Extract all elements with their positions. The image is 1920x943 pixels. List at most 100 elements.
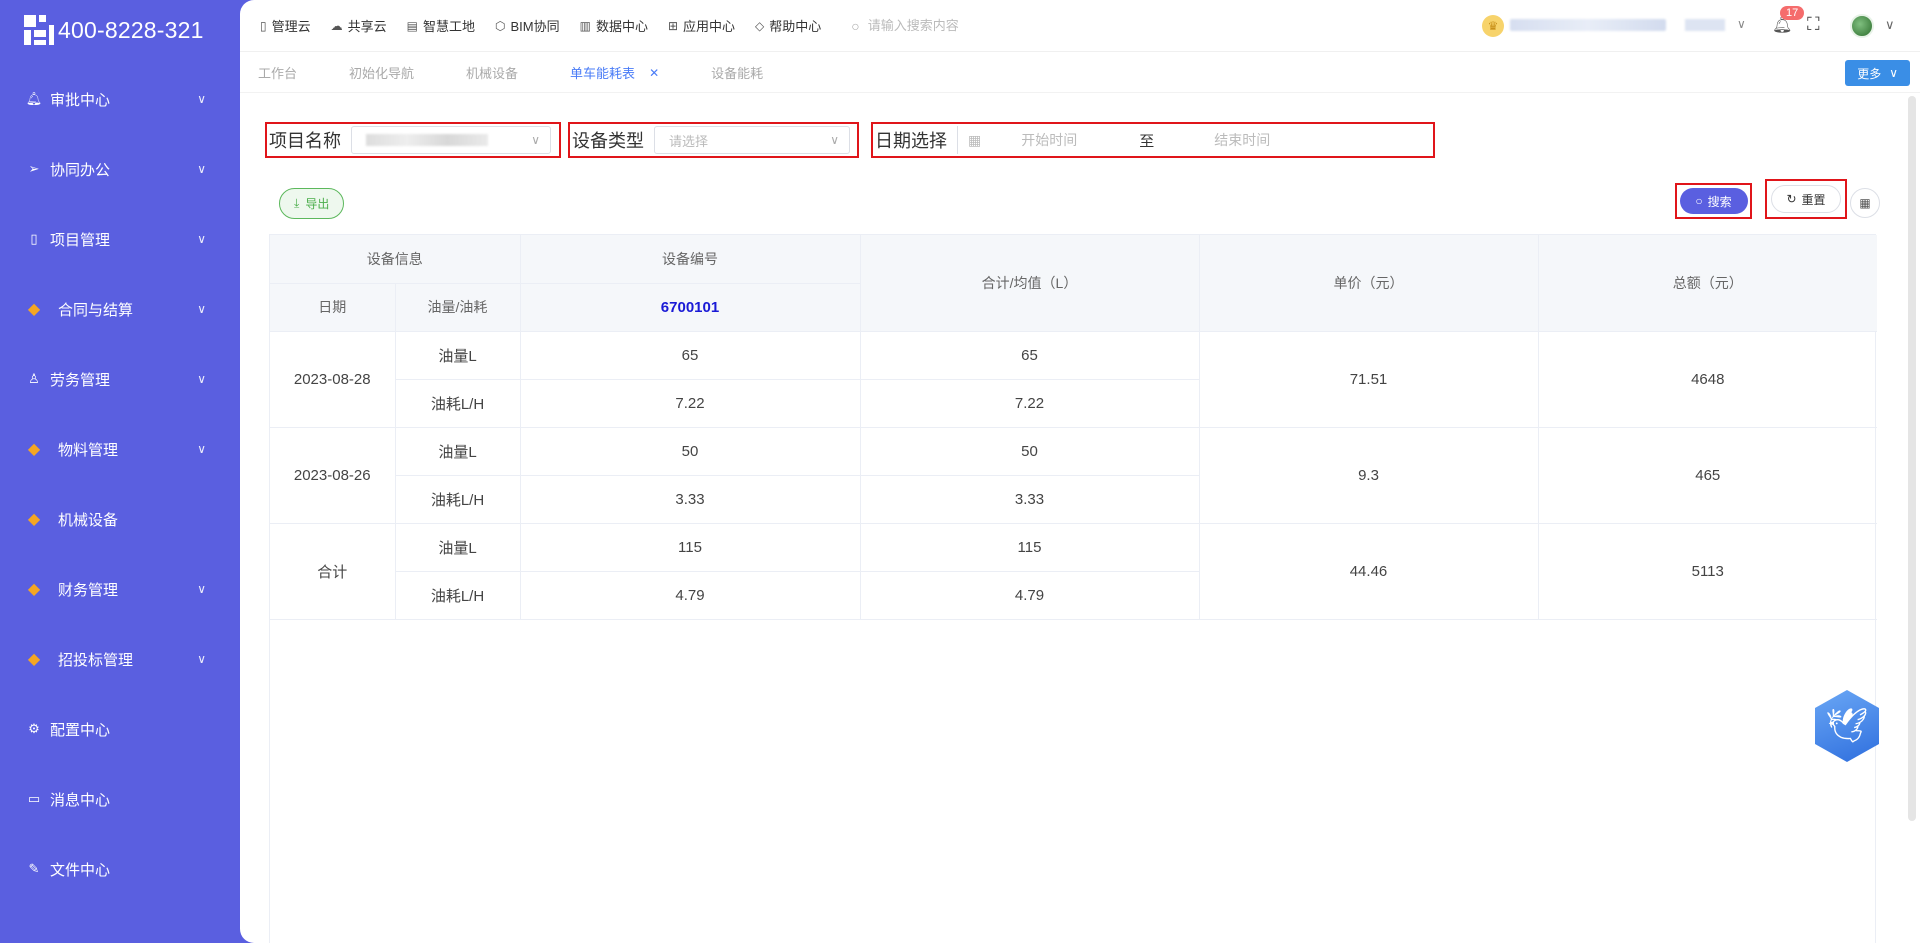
sidebar-item-labor[interactable]: ♙ 劳务管理 ∨: [0, 344, 240, 414]
org-name-redacted: [1685, 19, 1725, 31]
total-header: 合计/均值（L）: [859, 235, 1200, 332]
global-search-input[interactable]: [867, 18, 1108, 33]
row-value: 3.33: [519, 474, 861, 524]
nav-link-share-cloud[interactable]: ☁ 共享云: [331, 16, 387, 35]
chevron-down-icon: ∨: [197, 442, 206, 456]
page-scrollbar[interactable]: [1908, 96, 1916, 821]
chevron-down-icon: ∨: [197, 582, 206, 596]
tab-device-energy[interactable]: 设备能耗: [711, 63, 763, 82]
chevron-down-icon: ∨: [197, 372, 206, 386]
table-row: 合计 油量L 115 115 44.46 5113: [270, 522, 1877, 620]
calendar-icon: ▦: [968, 131, 982, 148]
row-type: 油量L: [394, 330, 521, 380]
nav-link-app-center[interactable]: ⊞ 应用中心: [668, 16, 735, 35]
brand-logo[interactable]: 400-8228-321: [0, 0, 240, 60]
sidebar-item-material[interactable]: ◆ 物料管理 ∨: [0, 414, 240, 484]
grid-icon: ⊞: [667, 18, 679, 33]
chevron-down-icon[interactable]: ∨: [1885, 17, 1895, 33]
doc-icon: ▯: [260, 18, 267, 33]
row-total: 7.22: [859, 378, 1199, 428]
sidebar-item-label: 项目管理: [50, 231, 111, 249]
sidebar-item-project[interactable]: ▯ 项目管理 ∨: [0, 204, 240, 274]
search-button-highlight: ○ 搜索: [1675, 183, 1752, 219]
close-icon[interactable]: ✕: [649, 66, 659, 80]
sidebar-item-collab[interactable]: ➢ 协同办公 ∨: [0, 134, 240, 204]
chevron-down-icon: ∨: [531, 133, 540, 147]
search-button[interactable]: ○ 搜索: [1679, 188, 1748, 214]
avatar[interactable]: [1850, 14, 1874, 38]
diamond-icon: ◇: [755, 18, 765, 33]
tab-workbench[interactable]: 工作台: [258, 63, 297, 82]
device-info-header: 设备信息: [270, 235, 521, 284]
device-type-filter-label: 设备类型: [572, 131, 644, 151]
sidebar-item-label: 协同办公: [50, 161, 111, 179]
row-price: 44.46: [1198, 522, 1539, 620]
row-date: 2023-08-28: [270, 330, 396, 428]
download-icon: ⤓: [294, 196, 300, 210]
gem-icon: ◆: [27, 651, 41, 668]
device-type-filter: 设备类型 请选择 ∨: [568, 122, 859, 158]
cube-icon: ⬡: [495, 18, 506, 33]
row-value: 65: [519, 330, 861, 380]
date-range-picker[interactable]: ▦ 开始时间 至 结束时间: [957, 126, 1270, 154]
row-type: 油耗L/H: [395, 474, 521, 524]
sidebar-item-label: 财务管理: [58, 581, 119, 599]
chevron-down-icon: ∨: [1889, 66, 1898, 80]
sidebar-item-approval[interactable]: 🔔︎ 审批中心 ∨: [0, 64, 240, 134]
gem-icon: ◆: [27, 301, 41, 318]
sidebar-item-contract[interactable]: ◆ 合同与结算 ∨: [0, 274, 240, 344]
bar-chart-icon: ▥: [579, 18, 591, 33]
export-button[interactable]: ⤓ 导出: [279, 188, 345, 219]
sidebar-item-label: 劳务管理: [50, 371, 111, 389]
global-search: ○: [851, 18, 1151, 34]
main-panel: ▯ 管理云 ☁ 共享云 ▤ 智慧工地 ⬡ BIM协同 ▥ 数据中心 ⊞ 应用中心 ◇ 帮助中心…: [240, 0, 1920, 943]
row-price: 9.3: [1198, 426, 1539, 524]
fullscreen-icon[interactable]: ⛶: [1807, 14, 1820, 35]
end-date-input[interactable]: 结束时间: [1214, 130, 1270, 150]
gem-icon: ◆: [27, 581, 41, 598]
chevron-down-icon[interactable]: ∨: [1737, 17, 1746, 31]
sidebar-item-machinery[interactable]: ◆ 机械设备: [0, 484, 240, 554]
nav-link-data-center[interactable]: ▥ 数据中心: [580, 16, 648, 35]
sidebar-item-label: 审批中心: [50, 91, 111, 109]
device-type-select[interactable]: 请选择 ∨: [654, 126, 850, 154]
sidebar-item-bidding[interactable]: ◆ 招投标管理 ∨: [0, 624, 240, 694]
nav-link-management-cloud[interactable]: ▯ 管理云: [260, 16, 311, 35]
gem-icon: ◆: [27, 441, 41, 458]
reset-button[interactable]: ↻ 重置: [1771, 185, 1841, 213]
book-icon: ▤: [406, 18, 418, 33]
tab-machinery[interactable]: 机械设备: [466, 63, 518, 82]
sidebar-item-messages[interactable]: ▭ 消息中心: [0, 764, 240, 834]
project-select[interactable]: ∨: [351, 126, 551, 154]
start-date-input[interactable]: 开始时间: [1021, 130, 1077, 150]
nav-link-bim[interactable]: ⬡ BIM协同: [495, 16, 560, 35]
tab-init-nav[interactable]: 初始化导航: [349, 63, 414, 82]
chevron-down-icon: ∨: [197, 302, 206, 316]
nav-link-help-center[interactable]: ◇ 帮助中心: [755, 16, 821, 35]
row-total: 3.33: [859, 474, 1199, 524]
file-edit-icon: ✎: [28, 861, 40, 876]
gem-icon: ◆: [27, 511, 41, 528]
sidebar-item-label: 招投标管理: [58, 651, 134, 669]
user-name-redacted[interactable]: [1510, 19, 1666, 31]
sidebar-item-files[interactable]: ✎ 文件中心: [0, 834, 240, 904]
column-settings-icon[interactable]: ▦: [1850, 188, 1880, 218]
more-tabs-button[interactable]: 更多 ∨: [1845, 60, 1910, 86]
search-icon: ○: [851, 17, 860, 34]
chevron-down-icon: ∨: [197, 652, 206, 666]
device-code: 6700101: [519, 282, 860, 332]
top-nav: ▯ 管理云 ☁ 共享云 ▤ 智慧工地 ⬡ BIM协同 ▥ 数据中心 ⊞ 应用中心 ◇ 帮助中心…: [240, 0, 1920, 52]
chevron-down-icon: ∨: [197, 92, 206, 106]
nav-link-smart-site[interactable]: ▤ 智慧工地: [407, 16, 475, 35]
sidebar-item-config[interactable]: ⚙ 配置中心: [0, 694, 240, 764]
table-row: 2023-08-28 油量L 65 65 71.51 4648: [270, 330, 1877, 428]
sidebar-item-label: 文件中心: [50, 861, 111, 879]
sidebar-item-finance[interactable]: ◆ 财务管理 ∨: [0, 554, 240, 624]
row-total: 4.79: [859, 570, 1199, 620]
price-header: 单价（元）: [1198, 235, 1539, 332]
row-value: 7.22: [519, 378, 861, 428]
sidebar-item-label: 配置中心: [50, 721, 111, 739]
tab-vehicle-energy[interactable]: 单车能耗表 ✕: [570, 63, 659, 82]
crown-icon: ♛: [1482, 15, 1504, 37]
refresh-icon: ↻: [1786, 192, 1797, 206]
